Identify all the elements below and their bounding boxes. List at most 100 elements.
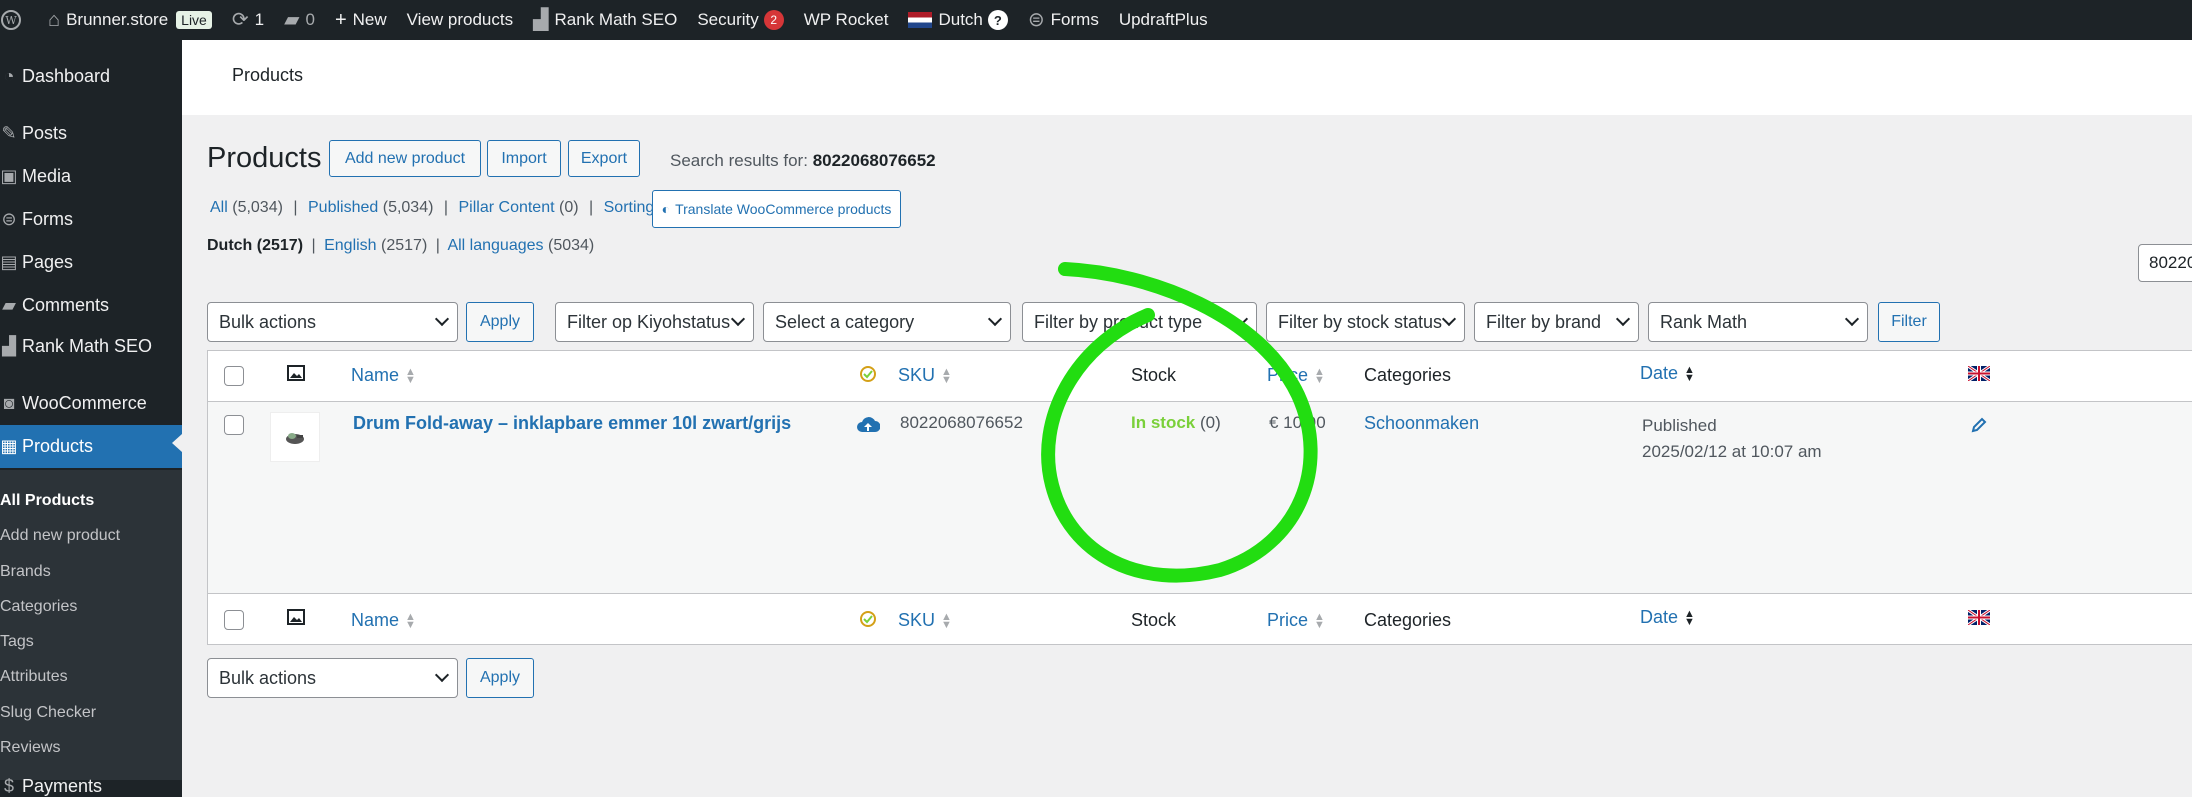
sidebar-item-woocommerce[interactable]: ◙ WooCommerce (0, 385, 182, 421)
column-footer-price[interactable]: Price ▲ ▼ (1267, 610, 1325, 631)
sort-icon: ▲ ▼ (1684, 364, 1695, 385)
submenu-slug-checker[interactable]: Slug Checker (0, 704, 96, 722)
sidebar-item-media[interactable]: ▣ Media (0, 158, 182, 194)
date-status: Published (1642, 416, 1717, 435)
rank-math-filter-select[interactable]: Rank Math (1648, 302, 1868, 342)
edit-pencil-icon[interactable] (1970, 416, 1988, 439)
media-icon: ▣ (0, 165, 18, 186)
view-all-link[interactable]: All (210, 199, 228, 216)
submenu-reviews[interactable]: Reviews (0, 739, 60, 757)
column-footer-sku[interactable]: SKU ▲ ▼ (898, 610, 952, 631)
column-header-date[interactable]: Date ▲ ▼ (1640, 363, 1695, 384)
sidebar-item-pages[interactable]: ▤ Pages (0, 244, 182, 280)
sidebar-item-dashboard[interactable]: ◔ Dashboard (0, 58, 182, 94)
submenu-tags[interactable]: Tags (0, 633, 34, 651)
sidebar-item-comments[interactable]: ▰ Comments (0, 287, 182, 323)
rank-math-label: Rank Math SEO (554, 10, 678, 29)
export-button[interactable]: Export (568, 140, 640, 177)
view-sorting-link[interactable]: Sorting (604, 199, 655, 216)
product-thumbnail[interactable] (270, 412, 320, 462)
translate-button-label: Translate WooCommerce products (675, 201, 892, 217)
product-category-link[interactable]: Schoonmaken (1364, 413, 1479, 434)
comments-count: 0 (305, 10, 315, 29)
category-filter-select[interactable]: Select a category (763, 302, 1011, 342)
chevron-down-icon (730, 311, 746, 327)
column-footer-date[interactable]: Date ▲ ▼ (1640, 607, 1695, 628)
separator: | (443, 199, 449, 216)
sidebar-item-payments[interactable]: $ Payments (0, 768, 182, 797)
sidebar-item-products[interactable]: ▦ Products (0, 425, 182, 468)
thumbnail-column-icon (287, 365, 305, 381)
submenu-add-new-product[interactable]: Add new product (0, 527, 120, 545)
pages-icon: ▤ (0, 251, 18, 272)
translate-products-button[interactable]: ◐ Translate WooCommerce products (652, 190, 901, 228)
cloud-upload-icon[interactable] (856, 416, 881, 439)
import-button[interactable]: Import (487, 140, 561, 177)
sort-icon: ▲ ▼ (405, 366, 416, 387)
brand-filter-select[interactable]: Filter by brand (1474, 302, 1639, 342)
column-header-sku[interactable]: SKU ▲ ▼ (898, 365, 952, 386)
chevron-down-icon (1233, 311, 1249, 327)
chevron-down-icon (1441, 311, 1457, 327)
sort-icon: ▲ ▼ (941, 366, 952, 387)
stock-count: (0) (1199, 413, 1221, 432)
select-all-checkbox-bottom[interactable] (224, 610, 244, 630)
sidebar-item-forms[interactable]: ⊜ Forms (0, 201, 182, 237)
column-footer-name[interactable]: Name ▲ ▼ (351, 610, 416, 631)
filter-button[interactable]: Filter (1878, 302, 1940, 342)
product-name-link[interactable]: Drum Fold-away – inklapbare emmer 10l zw… (353, 413, 791, 434)
lang-all-link[interactable]: All languages (447, 237, 543, 254)
product-type-filter-select[interactable]: Filter by product type (1022, 302, 1257, 342)
products-icon: ▦ (0, 436, 18, 456)
bulk-actions-select-top[interactable]: Bulk actions (207, 302, 458, 342)
wordpress-logo-icon[interactable]: W (0, 0, 28, 40)
column-label: SKU (898, 365, 936, 385)
pin-icon: ✎ (1, 122, 17, 143)
search-input[interactable]: 80220 (2138, 244, 2192, 282)
products-submenu: All Products Add new product Brands Cate… (0, 470, 182, 780)
site-name-link[interactable]: ⌂ Brunner.store Live (28, 0, 222, 40)
header-title: Products (232, 65, 304, 85)
rank-math-link[interactable]: ▟ Rank Math SEO (523, 0, 687, 40)
apply-button-bottom[interactable]: Apply (466, 658, 534, 698)
column-label: SKU (898, 610, 936, 630)
forms-link[interactable]: ⊜ Forms (1018, 0, 1109, 40)
column-label: Price (1267, 365, 1309, 385)
comments-link[interactable]: ▰ 0 (274, 0, 325, 40)
select-all-checkbox[interactable] (224, 366, 244, 386)
sidebar-item-rank-math[interactable]: ▟ Rank Math SEO (0, 328, 182, 364)
view-published-link[interactable]: Published (308, 199, 378, 216)
security-link[interactable]: Security 2 (687, 0, 793, 40)
column-footer-stock: Stock (1131, 610, 1177, 630)
language-label: Dutch (938, 10, 983, 29)
translate-icon: ◐ (661, 201, 671, 217)
security-label: Security (697, 10, 759, 29)
view-pillar-link[interactable]: Pillar Content (459, 199, 555, 216)
new-content-link[interactable]: + New (325, 0, 397, 40)
stock-status-filter-select[interactable]: Filter by stock status (1266, 302, 1465, 342)
row-checkbox[interactable] (224, 415, 244, 435)
submenu-all-products[interactable]: All Products (0, 492, 94, 510)
sidebar-item-posts[interactable]: ✎ Posts (0, 115, 182, 151)
updates-link[interactable]: ⟳ 1 (222, 0, 274, 40)
kiyoh-filter-select[interactable]: Filter op Kiyohstatus (555, 302, 754, 342)
view-products-link[interactable]: View products (397, 0, 523, 40)
product-date: Published 2025/02/12 at 10:07 am (1642, 413, 1822, 465)
column-header-name[interactable]: Name ▲ ▼ (351, 365, 416, 386)
updraft-link[interactable]: UpdraftPlus (1109, 0, 1218, 40)
apply-button-top[interactable]: Apply (466, 302, 534, 342)
wp-rocket-link[interactable]: WP Rocket (794, 0, 899, 40)
submenu-categories[interactable]: Categories (0, 598, 77, 616)
submenu-attributes[interactable]: Attributes (0, 668, 68, 686)
column-header-price[interactable]: Price ▲ ▼ (1267, 365, 1325, 386)
lang-english-link[interactable]: English (324, 237, 376, 254)
lang-dutch-count: (2517) (256, 237, 304, 254)
bulk-actions-select-bottom[interactable]: Bulk actions (207, 658, 458, 698)
language-switcher[interactable]: Dutch ? (898, 0, 1017, 40)
add-new-product-button[interactable]: Add new product (329, 140, 481, 177)
column-header-categories: Categories (1364, 365, 1452, 385)
seo-check-icon (859, 610, 877, 633)
language-views: Dutch (2517) | English (2517) | All lang… (207, 237, 594, 255)
submenu-brands[interactable]: Brands (0, 563, 51, 581)
forms-label: Forms (1050, 10, 1099, 29)
